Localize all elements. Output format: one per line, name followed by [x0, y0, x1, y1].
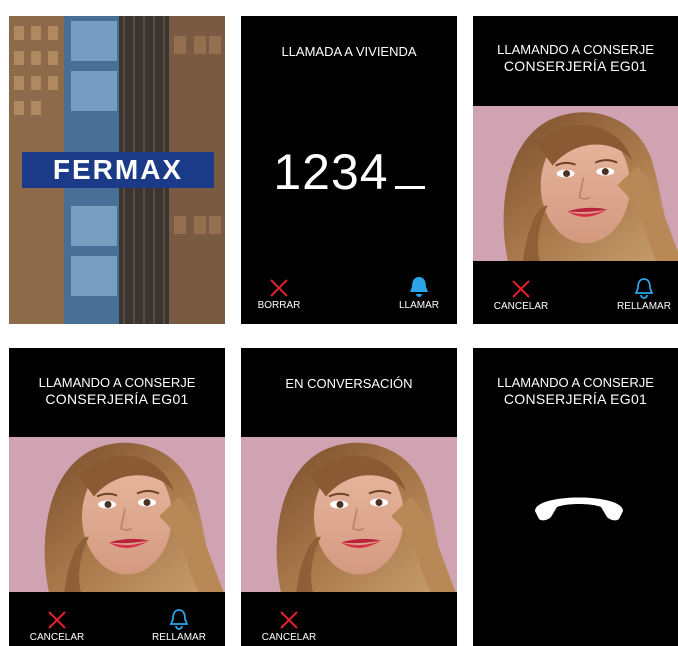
- hang-up-phone-icon: [535, 497, 623, 521]
- dialed-number: 1234: [273, 144, 389, 200]
- fermax-logo: FERMAX: [22, 152, 214, 188]
- calling-header: LLAMANDO A CONSERJE CONSERJERÍA EG01: [473, 374, 678, 408]
- calling-header: LLAMANDO A CONSERJE CONSERJERÍA EG01: [9, 374, 225, 408]
- calling-subtitle: CONSERJERÍA EG01: [45, 391, 189, 407]
- visitor-photo: [9, 437, 225, 592]
- bell-filled-icon: [410, 277, 428, 297]
- cancel-button[interactable]: CANCELAR: [481, 279, 561, 312]
- redial-label: RELLAMAR: [152, 632, 206, 643]
- home-screen: FERMAX: [9, 16, 225, 324]
- visitor-photo: [473, 106, 678, 261]
- cancel-label: CANCELAR: [29, 632, 85, 643]
- redial-button[interactable]: RELLAMAR: [604, 277, 678, 312]
- input-cursor: [394, 186, 425, 189]
- conversation-title: EN CONVERSACIÓN: [285, 376, 413, 391]
- redial-label: RELLAMAR: [617, 301, 671, 312]
- call-button[interactable]: LLAMAR: [379, 276, 457, 311]
- delete-label: BORRAR: [257, 300, 301, 311]
- calling-subtitle: CONSERJERÍA EG01: [503, 391, 648, 407]
- visitor-photo: [241, 437, 457, 592]
- cancel-button[interactable]: CANCELAR: [17, 610, 97, 643]
- cancel-label: CANCELAR: [261, 632, 317, 643]
- fermax-logo-text: FERMAX: [52, 154, 184, 185]
- video-feed: [241, 437, 457, 592]
- cancel-label: CANCELAR: [493, 301, 549, 312]
- delete-button[interactable]: BORRAR: [241, 278, 319, 311]
- bell-outline-icon: [169, 609, 189, 630]
- cancel-button[interactable]: CANCELAR: [249, 610, 329, 643]
- bell-outline-icon: [634, 278, 654, 299]
- conversation-screen: EN CONVERSACIÓN CANCELAR: [241, 348, 457, 646]
- close-icon: [48, 611, 66, 629]
- close-icon: [270, 279, 288, 297]
- calling-title: LLAMANDO A CONSERJE: [497, 42, 654, 57]
- call-label: LLAMAR: [398, 300, 439, 311]
- redial-button[interactable]: RELLAMAR: [139, 608, 219, 643]
- dialed-number-display: 1234: [241, 144, 457, 200]
- hangup-screen: LLAMANDO A CONSERJE CONSERJERÍA EG01: [473, 348, 678, 646]
- calling-title: LLAMANDO A CONSERJE: [497, 375, 654, 390]
- calling-title: LLAMANDO A CONSERJE: [38, 375, 196, 390]
- close-icon: [280, 611, 298, 629]
- video-feed: [473, 106, 678, 261]
- calling-screen-2: LLAMANDO A CONSERJE CONSERJERÍA EG01 CAN…: [9, 348, 225, 646]
- video-feed: [9, 437, 225, 592]
- dial-screen: LLAMADA A VIVIENDA 1234 BORRAR LLAMAR: [241, 16, 457, 324]
- calling-screen-1: LLAMANDO A CONSERJE CONSERJERÍA EG01 CAN…: [473, 16, 678, 324]
- dial-title: LLAMADA A VIVIENDA: [281, 44, 417, 59]
- calling-subtitle: CONSERJERÍA EG01: [503, 58, 648, 74]
- calling-header: LLAMANDO A CONSERJE CONSERJERÍA EG01: [473, 41, 678, 75]
- close-icon: [512, 280, 530, 298]
